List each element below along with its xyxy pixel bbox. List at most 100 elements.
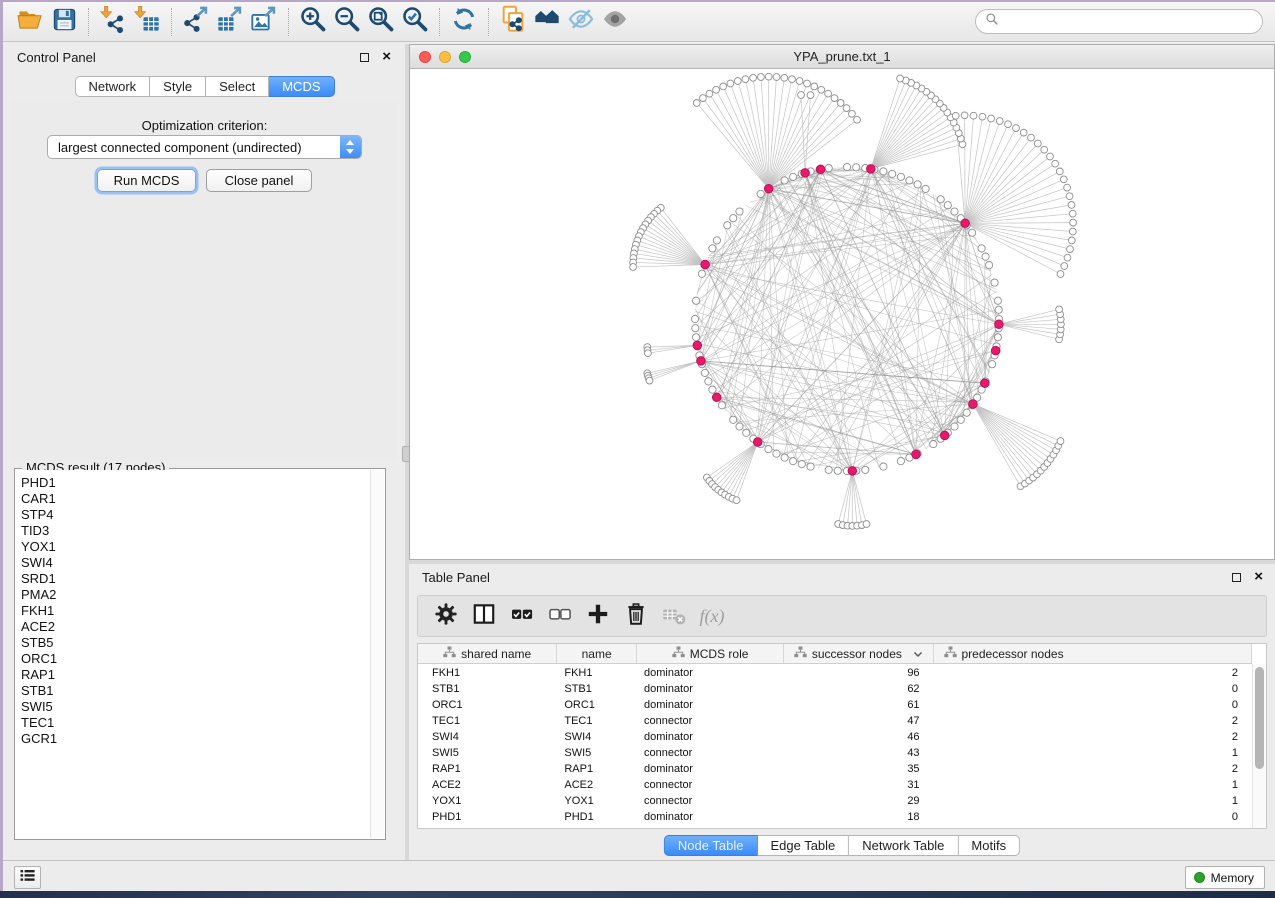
table-row[interactable]: RAP1RAP1dominator352 (418, 761, 1252, 777)
mcds-result-item[interactable]: RAP1 (21, 667, 370, 683)
network-canvas[interactable] (410, 69, 1274, 559)
mcds-result-list[interactable]: PHD1CAR1STP4TID3YOX1SWI4SRD1PMA2FKH1ACE2… (16, 470, 370, 838)
deselect-all-button[interactable] (547, 603, 573, 629)
mcds-result-item[interactable]: STB1 (21, 683, 370, 699)
column-header-successor-nodes[interactable]: successor nodes (784, 644, 933, 663)
memory-label: Memory (1211, 871, 1254, 885)
close-table-panel-icon[interactable]: × (1254, 568, 1263, 586)
tab-mcds[interactable]: MCDS (269, 76, 334, 97)
table-cell: connector (637, 793, 784, 809)
run-mcds-button[interactable]: Run MCDS (97, 169, 196, 192)
table-cell: YOX1 (557, 793, 637, 809)
mcds-result-item[interactable]: STP4 (21, 507, 370, 523)
mcds-result-item[interactable]: GCR1 (21, 731, 370, 747)
table-options-gear-button[interactable] (433, 603, 459, 629)
table-row[interactable]: YOX1YOX1connector291 (418, 793, 1252, 809)
table-row[interactable]: SWI4SWI4dominator462 (418, 729, 1252, 745)
zoom-out-button[interactable] (330, 5, 364, 39)
export-image-button[interactable] (247, 5, 281, 39)
tab-select[interactable]: Select (206, 76, 269, 97)
delete-column-button[interactable] (623, 603, 649, 629)
mcds-result-item[interactable]: TEC1 (21, 715, 370, 731)
mcds-result-item[interactable]: FKH1 (21, 603, 370, 619)
column-header-predecessor-nodes[interactable]: predecessor nodes (934, 644, 1253, 663)
zoom-selected-button[interactable] (398, 5, 432, 39)
column-header-name[interactable]: name (557, 644, 637, 663)
mcds-result-item[interactable]: PMA2 (21, 587, 370, 603)
table-row[interactable]: PHD1PHD1dominator180 (418, 809, 1252, 825)
mcds-result-item[interactable]: ACE2 (21, 619, 370, 635)
table-cell: 62 (784, 681, 933, 697)
table-cell: dominator (637, 761, 784, 777)
table-row[interactable]: SWI5SWI5connector431 (418, 745, 1252, 761)
tab-network-table[interactable]: Network Table (849, 835, 958, 856)
mcds-panel-body: Optimization criterion: largest connecte… (11, 100, 398, 461)
new-network-from-selection-button[interactable] (496, 5, 530, 39)
zoom-out-icon (333, 5, 361, 38)
table-cell: FKH1 (418, 665, 557, 681)
mcds-result-item[interactable]: STB5 (21, 635, 370, 651)
table-cell: SWI4 (557, 729, 637, 745)
memory-status-icon (1194, 872, 1205, 883)
tab-style[interactable]: Style (150, 76, 206, 97)
open-file-button[interactable] (13, 5, 47, 39)
select-all-button[interactable] (509, 603, 535, 629)
mcds-result-item[interactable]: PHD1 (21, 475, 370, 491)
function-builder-icon: f(x) (700, 606, 725, 627)
refresh-button[interactable] (447, 5, 481, 39)
mcds-hub-node (753, 438, 762, 447)
mcds-result-item[interactable]: SWI5 (21, 699, 370, 715)
import-network-button[interactable] (96, 5, 130, 39)
export-network-button[interactable] (179, 5, 213, 39)
table-row[interactable]: STB1STB1dominator620 (418, 681, 1252, 697)
mcds-result-item[interactable]: SRD1 (21, 571, 370, 587)
table-cell: 1 (934, 793, 1252, 809)
zoom-in-button[interactable] (296, 5, 330, 39)
search-box[interactable] (975, 9, 1263, 34)
function-builder-button: f(x) (699, 603, 725, 629)
float-panel-icon[interactable] (360, 53, 369, 62)
mcds-result-item[interactable]: YOX1 (21, 539, 370, 555)
tab-network[interactable]: Network (74, 76, 150, 97)
mcds-result-item[interactable]: TID3 (21, 523, 370, 539)
table-scrollbar[interactable] (1252, 664, 1266, 828)
mcds-result-scrollbar[interactable] (370, 470, 384, 838)
hide-selected-button[interactable] (564, 5, 598, 39)
close-panel-icon[interactable]: × (382, 48, 391, 66)
save-session-icon (51, 6, 78, 38)
table-row[interactable]: ORC1ORC1dominator610 (418, 697, 1252, 713)
save-session-button[interactable] (47, 5, 81, 39)
search-input[interactable] (1004, 12, 1262, 32)
tab-motifs[interactable]: Motifs (958, 835, 1020, 856)
table-cell: RAP1 (557, 761, 637, 777)
add-column-icon (585, 601, 611, 632)
column-header-MCDS-role[interactable]: MCDS role (637, 644, 784, 663)
table-row[interactable]: FKH1FKH1dominator962 (418, 665, 1252, 681)
close-panel-button[interactable]: Close panel (206, 169, 312, 192)
show-all-button[interactable] (598, 5, 632, 39)
network-window-titlebar[interactable]: YPA_prune.txt_1 (410, 45, 1274, 69)
add-column-button[interactable] (585, 603, 611, 629)
first-neighbors-button[interactable] (530, 5, 564, 39)
table-scrollbar-thumb[interactable] (1255, 667, 1264, 769)
table-row[interactable]: ACE2ACE2connector311 (418, 777, 1252, 793)
export-table-button[interactable] (213, 5, 247, 39)
table-row[interactable]: TEC1TEC1connector472 (418, 713, 1252, 729)
show-column-button[interactable] (471, 603, 497, 629)
mcds-result-item[interactable]: SWI4 (21, 555, 370, 571)
mcds-result-item[interactable]: ORC1 (21, 651, 370, 667)
tab-edge-table[interactable]: Edge Table (757, 835, 849, 856)
optimization-criterion-dropdown[interactable]: largest connected component (undirected) (47, 135, 362, 159)
import-table-button[interactable] (130, 5, 164, 39)
network-graph[interactable] (410, 69, 1274, 559)
column-header-shared-name[interactable]: shared name (418, 644, 557, 663)
show-panels-menu-button[interactable] (14, 866, 41, 889)
table-panel-titlebar: Table Panel × (409, 564, 1275, 591)
float-table-panel-icon[interactable] (1232, 573, 1241, 582)
control-panel-titlebar: Control Panel × (4, 44, 405, 71)
tab-node-table[interactable]: Node Table (664, 835, 758, 856)
column-label: MCDS role (690, 647, 749, 661)
mcds-result-item[interactable]: CAR1 (21, 491, 370, 507)
zoom-fit-button[interactable] (364, 5, 398, 39)
memory-button[interactable]: Memory (1185, 866, 1265, 889)
